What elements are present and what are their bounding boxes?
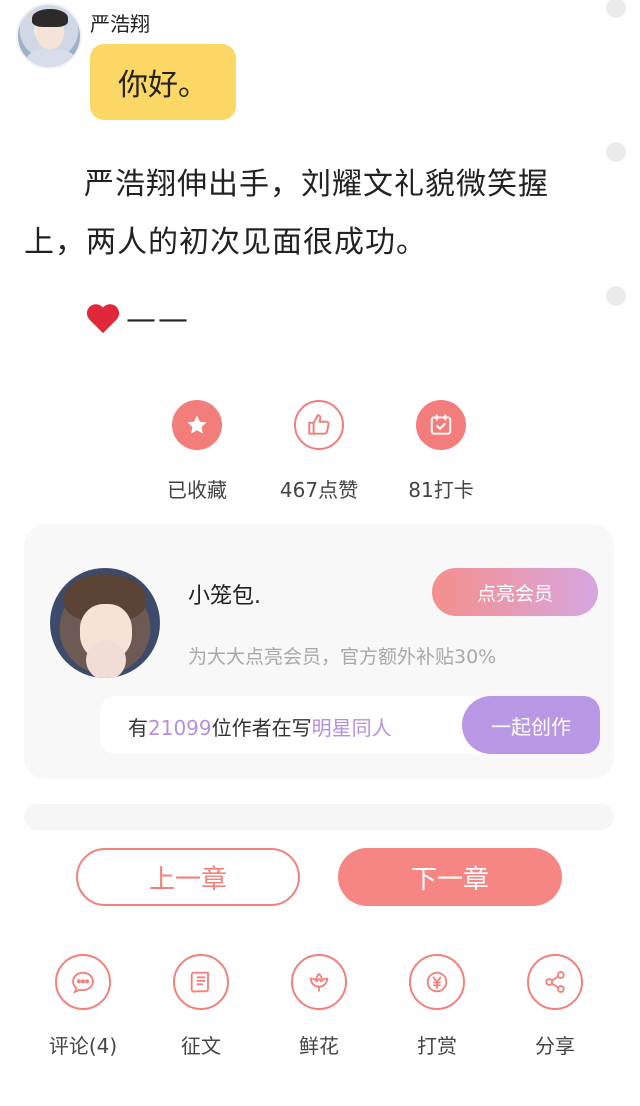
checkin-action[interactable]: 81打卡 bbox=[381, 400, 501, 503]
like-action[interactable]: 467点赞 bbox=[259, 400, 379, 503]
tip-label: 打赏 bbox=[417, 1034, 457, 1058]
speaker-name: 严浩翔 bbox=[90, 12, 150, 36]
previous-chapter-button[interactable]: 上一章 bbox=[76, 848, 300, 906]
comment-label: 评论(4) bbox=[48, 1034, 118, 1058]
member-description: 为大大点亮会员，官方额外补贴30% bbox=[188, 646, 497, 668]
star-icon bbox=[172, 400, 222, 450]
author-name: 小笼包. bbox=[188, 584, 261, 609]
comment-button[interactable]: 评论(4) bbox=[28, 954, 138, 1059]
share-label: 分享 bbox=[535, 1034, 575, 1058]
tip-button[interactable]: 打赏 bbox=[382, 954, 492, 1059]
author-avatar[interactable] bbox=[50, 568, 160, 678]
collect-label: 已收藏 bbox=[167, 478, 227, 502]
yen-icon bbox=[409, 954, 465, 1010]
share-button[interactable]: 分享 bbox=[500, 954, 610, 1059]
essay-label: 征文 bbox=[181, 1034, 221, 1058]
thumbs-up-icon bbox=[294, 400, 344, 450]
heart-icon bbox=[86, 303, 122, 337]
flower-icon bbox=[291, 954, 347, 1010]
scroll-indicator-dot bbox=[606, 286, 626, 306]
chat-bubble: 你好。 bbox=[90, 44, 236, 120]
light-up-member-button[interactable]: 点亮会员 bbox=[432, 568, 598, 616]
scroll-icon bbox=[173, 954, 229, 1010]
writer-text: 有21099位作者在写明星同人 bbox=[128, 716, 392, 740]
flower-label: 鲜花 bbox=[299, 1034, 339, 1058]
writer-topic[interactable]: 明星同人 bbox=[312, 716, 392, 740]
story-paragraph: 严浩翔伸出手，刘耀文礼貌微笑握上，两人的初次见面很成功。 bbox=[24, 167, 549, 260]
comment-icon bbox=[55, 954, 111, 1010]
dash-line: —— bbox=[126, 302, 190, 337]
scroll-indicator-dot bbox=[606, 142, 626, 162]
next-chapter-button[interactable]: 下一章 bbox=[338, 848, 562, 906]
essay-button[interactable]: 征文 bbox=[146, 954, 256, 1059]
scroll-indicator-dot bbox=[606, 0, 626, 18]
writer-count: 21099 bbox=[148, 716, 212, 740]
like-label: 467点赞 bbox=[279, 478, 359, 502]
flower-button[interactable]: 鲜花 bbox=[264, 954, 374, 1059]
create-together-button[interactable]: 一起创作 bbox=[462, 696, 600, 754]
heart-divider: —— bbox=[86, 302, 190, 337]
checkin-label: 81打卡 bbox=[408, 478, 474, 502]
speaker-avatar[interactable] bbox=[16, 3, 82, 69]
writer-banner: 有21099位作者在写明星同人 一起创作 bbox=[100, 696, 600, 754]
share-icon bbox=[527, 954, 583, 1010]
section-divider bbox=[24, 804, 614, 830]
calendar-check-icon bbox=[416, 400, 466, 450]
collect-action[interactable]: 已收藏 bbox=[137, 400, 257, 503]
